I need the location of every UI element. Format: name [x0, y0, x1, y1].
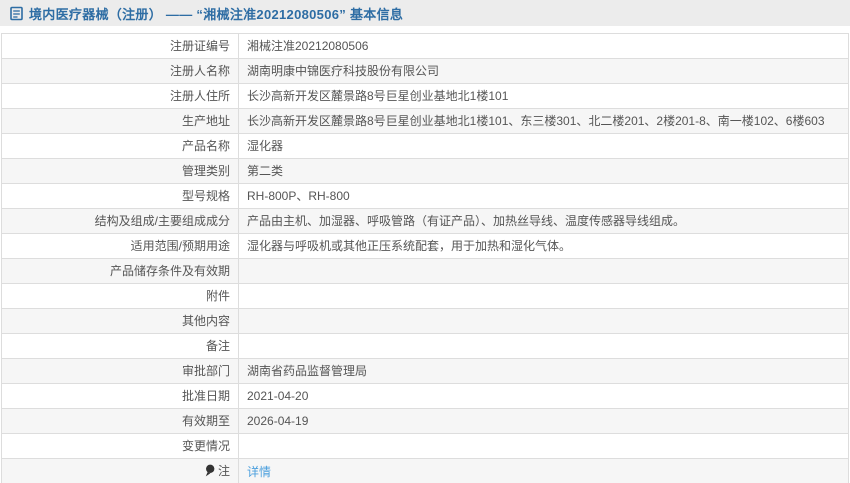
row-label: 备注: [1, 333, 239, 359]
row-value: 产品由主机、加湿器、呼吸管路（有证产品）、加热丝导线、温度传感器导线组成。: [238, 208, 849, 234]
row-label: 附件: [1, 283, 239, 309]
pin-icon: [205, 464, 215, 480]
row-value: 湿化器与呼吸机或其他正压系统配套，用于加热和湿化气体。: [238, 233, 849, 259]
row-value: 湘械注准20212080506: [238, 33, 849, 59]
row-value: [238, 433, 849, 459]
page-title: 境内医疗器械（注册） —— “湘械注准20212080506” 基本信息: [29, 6, 404, 22]
row-value: 详情: [238, 458, 849, 483]
row-label: 生产地址: [1, 108, 239, 134]
table-row-note: 注 详情: [1, 458, 849, 483]
row-value: 长沙高新开发区麓景路8号巨星创业基地北1楼101: [238, 83, 849, 109]
row-value: 第二类: [238, 158, 849, 184]
table-row-registrant-name: 注册人名称 湖南明康中锦医疗科技股份有限公司: [1, 58, 849, 84]
row-value: [238, 283, 849, 309]
row-value: RH-800P、RH-800: [238, 183, 849, 209]
row-value: [238, 333, 849, 359]
table-row-valid-until: 有效期至 2026-04-19: [1, 408, 849, 434]
table-row-approval-date: 批准日期 2021-04-20: [1, 383, 849, 409]
table-row-storage-conditions: 产品储存条件及有效期: [1, 258, 849, 284]
table-row-registrant-address: 注册人住所 长沙高新开发区麓景路8号巨星创业基地北1楼101: [1, 83, 849, 109]
table-row-structure-composition: 结构及组成/主要组成成分 产品由主机、加湿器、呼吸管路（有证产品）、加热丝导线、…: [1, 208, 849, 234]
row-label: 产品储存条件及有效期: [1, 258, 239, 284]
row-label: 变更情况: [1, 433, 239, 459]
row-value: [238, 308, 849, 334]
row-label: 注: [1, 458, 239, 483]
row-value: 湖南明康中锦医疗科技股份有限公司: [238, 58, 849, 84]
row-label: 有效期至: [1, 408, 239, 434]
row-value: 湿化器: [238, 133, 849, 159]
table-row-approval-department: 审批部门 湖南省药品监督管理局: [1, 358, 849, 384]
row-value: 2026-04-19: [238, 408, 849, 434]
row-label: 管理类别: [1, 158, 239, 184]
row-label: 注册人名称: [1, 58, 239, 84]
row-value: [238, 258, 849, 284]
row-label: 注册人住所: [1, 83, 239, 109]
row-label: 适用范围/预期用途: [1, 233, 239, 259]
row-label: 审批部门: [1, 358, 239, 384]
row-value: 湖南省药品监督管理局: [238, 358, 849, 384]
basic-info-table: 注册证编号 湘械注准20212080506 注册人名称 湖南明康中锦医疗科技股份…: [1, 33, 849, 483]
table-row-product-name: 产品名称 湿化器: [1, 133, 849, 159]
row-label: 型号规格: [1, 183, 239, 209]
note-label: 注: [217, 464, 230, 478]
row-value: 2021-04-20: [238, 383, 849, 409]
table-row-model-specification: 型号规格 RH-800P、RH-800: [1, 183, 849, 209]
table-row-intended-use: 适用范围/预期用途 湿化器与呼吸机或其他正压系统配套，用于加热和湿化气体。: [1, 233, 849, 259]
row-value: 长沙高新开发区麓景路8号巨星创业基地北1楼101、东三楼301、北二楼201、2…: [238, 108, 849, 134]
document-icon: [10, 6, 23, 21]
table-row-production-address: 生产地址 长沙高新开发区麓景路8号巨星创业基地北1楼101、东三楼301、北二楼…: [1, 108, 849, 134]
row-label: 其他内容: [1, 308, 239, 334]
table-row-remarks: 备注: [1, 333, 849, 359]
table-row-other-content: 其他内容: [1, 308, 849, 334]
row-label: 产品名称: [1, 133, 239, 159]
table-row-attachment: 附件: [1, 283, 849, 309]
row-label: 批准日期: [1, 383, 239, 409]
row-label: 注册证编号: [1, 33, 239, 59]
row-label: 结构及组成/主要组成成分: [1, 208, 239, 234]
table-row-registration-cert-number: 注册证编号 湘械注准20212080506: [1, 33, 849, 59]
table-row-change-status: 变更情况: [1, 433, 849, 459]
table-row-management-category: 管理类别 第二类: [1, 158, 849, 184]
detail-link[interactable]: 详情: [247, 465, 271, 479]
page-header: 境内医疗器械（注册） —— “湘械注准20212080506” 基本信息: [0, 0, 850, 26]
